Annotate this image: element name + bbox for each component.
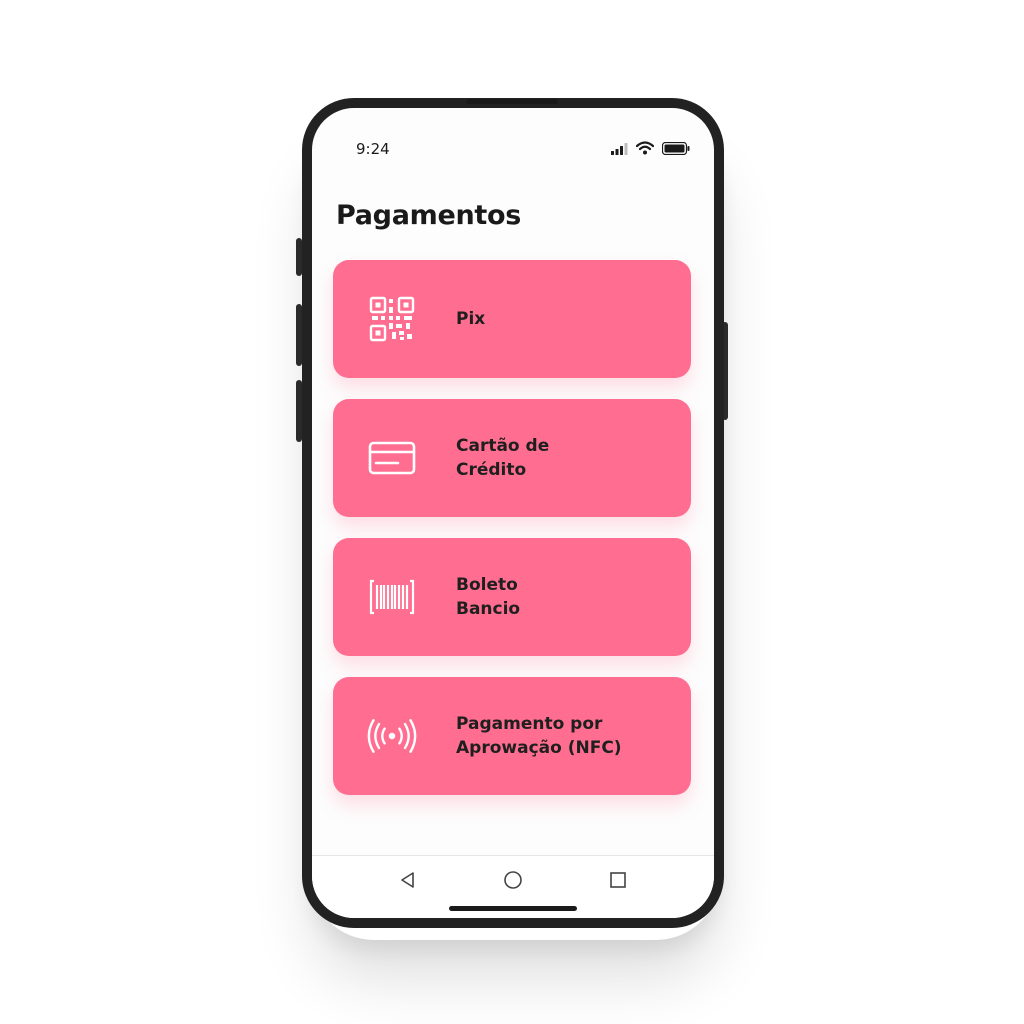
home-indicator[interactable] — [449, 906, 577, 911]
payment-option-label: Cartão de Crédito — [456, 436, 550, 480]
system-nav-bar — [312, 855, 714, 918]
signal-icon — [610, 140, 628, 159]
battery-icon — [661, 140, 690, 159]
status-time: 9:24 — [356, 140, 390, 158]
nfc-icon — [367, 712, 417, 760]
payment-option-boleto[interactable]: Boleto Bancio — [333, 538, 691, 656]
payment-option-pix[interactable]: Pix — [333, 260, 691, 378]
stage: 9:24 Pagamentos Pix Cartão de Crédito Bo… — [0, 0, 1024, 1024]
payment-option-nfc[interactable]: Pagamento por Aprowação (NFC) — [333, 677, 691, 795]
barcode-icon — [367, 573, 417, 621]
payment-option-credit-card[interactable]: Cartão de Crédito — [333, 399, 691, 517]
payment-option-label: Pix — [456, 309, 486, 329]
page-title: Pagamentos — [336, 200, 522, 231]
wifi-icon — [635, 140, 655, 159]
payment-option-label: Pagamento por Aprowação (NFC) — [456, 714, 622, 758]
phone-speaker — [466, 99, 558, 104]
home-icon[interactable] — [501, 868, 525, 892]
payment-option-label: Boleto Bancio — [456, 575, 521, 619]
qr-code-icon — [367, 295, 417, 343]
status-bar: 9:24 — [312, 108, 714, 178]
credit-card-icon — [367, 434, 417, 482]
status-icons — [610, 140, 690, 159]
recents-icon[interactable] — [606, 868, 630, 892]
phone-frame: 9:24 Pagamentos Pix Cartão de Crédito Bo… — [302, 98, 724, 928]
payment-options-list: Pix Cartão de Crédito Boleto Bancio Paga… — [333, 260, 691, 816]
back-icon[interactable] — [396, 868, 420, 892]
